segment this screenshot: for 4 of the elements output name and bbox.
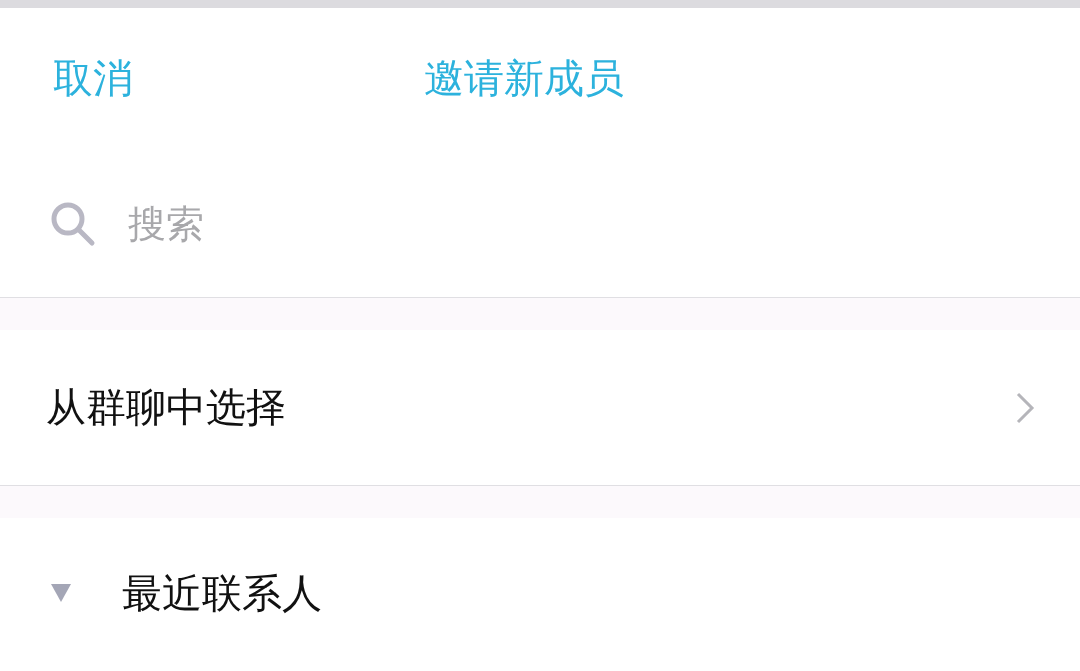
search-field[interactable]: 搜索 [126, 200, 730, 247]
triangle-down-icon[interactable] [50, 582, 72, 604]
page-title: 邀请新成员 [424, 54, 624, 102]
group-label[interactable]: 最近联系人 [122, 565, 322, 621]
